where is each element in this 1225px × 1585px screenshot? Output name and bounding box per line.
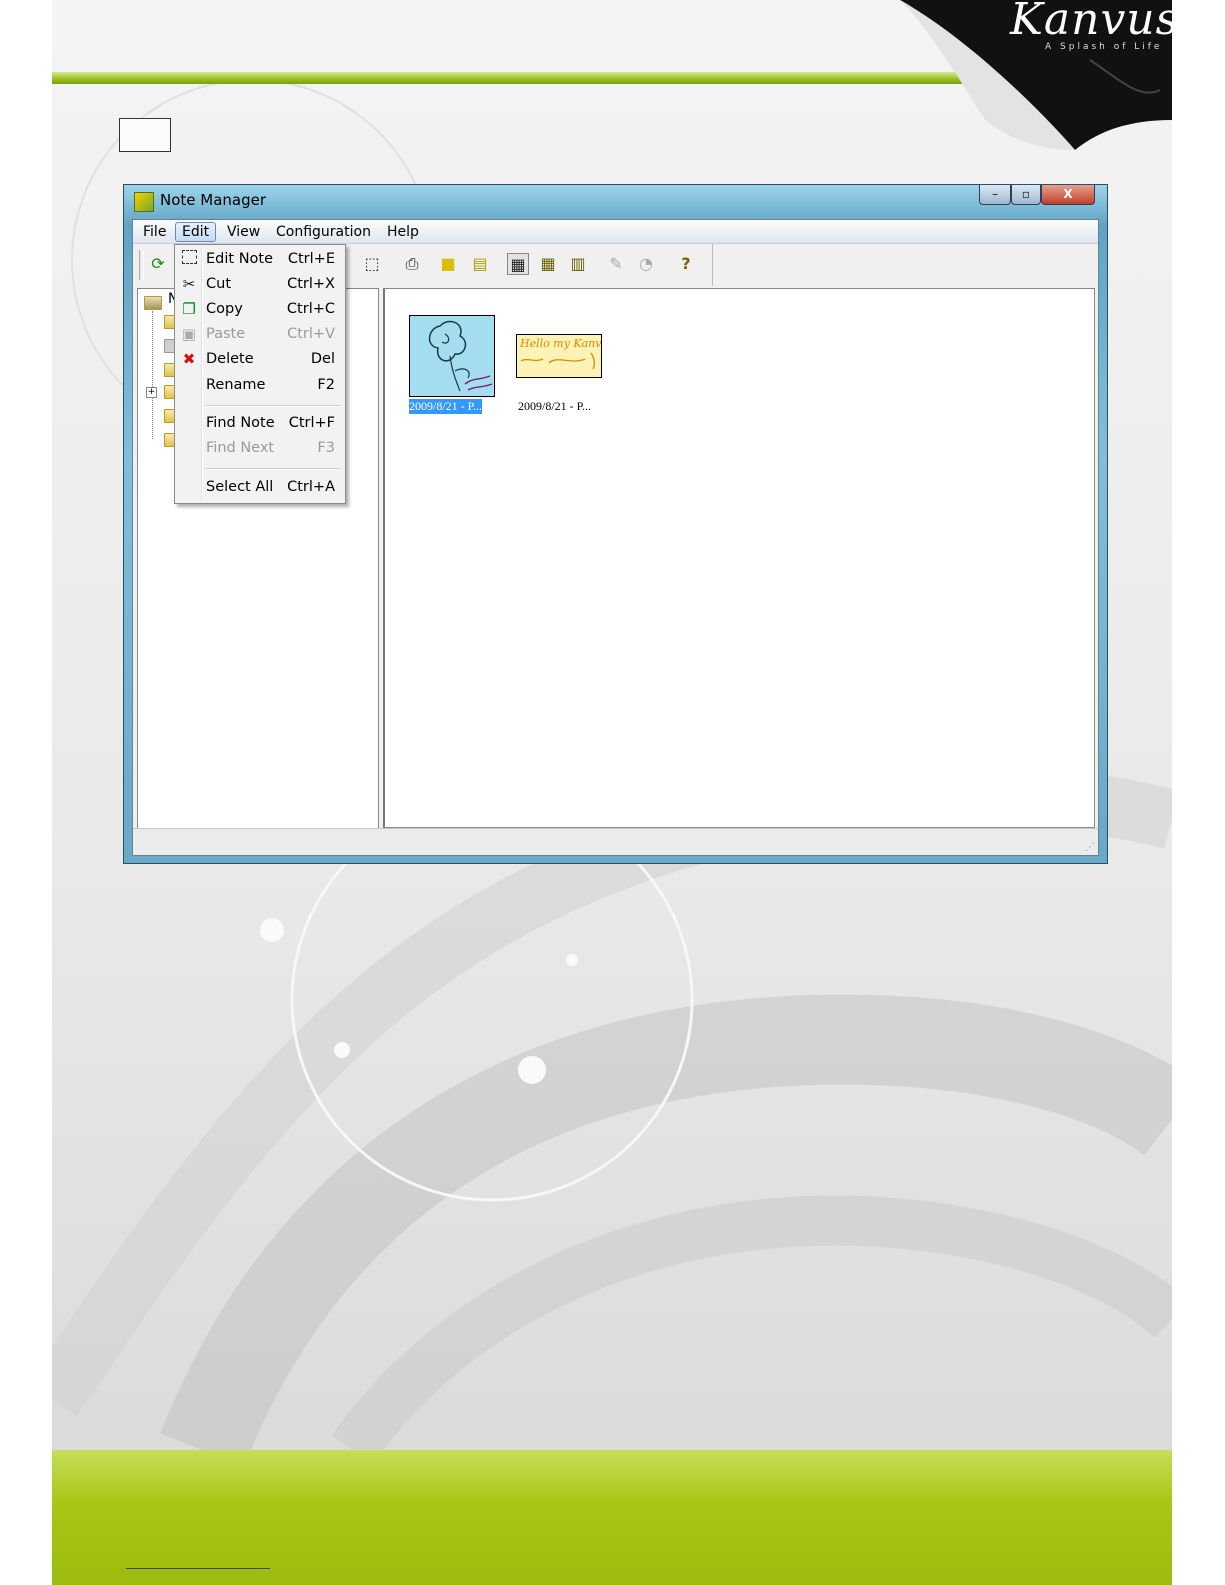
note-thumbnail[interactable] [409,315,495,397]
menu-item-delete[interactable]: ✖ Delete Del [177,347,343,371]
menu-bar: File Edit View Configuration Help [133,220,1098,244]
menu-item-label: Paste [206,326,246,342]
pen-icon[interactable]: ✎ [605,253,627,275]
minimize-button[interactable]: – [979,185,1011,205]
brand-logo: Kanvus [1010,0,1180,45]
paste-icon: ▣ [181,325,197,343]
menu-file[interactable]: File [137,222,172,242]
edit-menu-dropdown: Edit Note Ctrl+E ✂ Cut Ctrl+X ❐ Copy Ctr… [174,244,346,504]
menu-separator [205,405,341,407]
menu-item-find-note[interactable]: Find Note Ctrl+F [177,411,343,435]
window-title: Note Manager [160,191,267,209]
menu-item-label: Delete [206,351,254,367]
new-note-icon[interactable]: ■ [437,253,459,275]
menu-item-label: Copy [206,301,243,317]
small-icons-view-icon[interactable]: ▦ [537,253,559,275]
copy-icon: ❐ [182,300,196,318]
menu-item-label: Cut [206,276,231,292]
list-view-icon[interactable]: ▥ [567,253,589,275]
note-text: Hello my Kanvus [519,337,601,350]
app-icon[interactable] [134,192,154,212]
tree-connector [152,311,153,439]
menu-item-shortcut: F2 [317,377,335,393]
menu-item-select-all[interactable]: Select All Ctrl+A [177,475,343,499]
menu-separator [205,468,341,470]
menu-item-shortcut: Ctrl+C [286,301,335,317]
note-label[interactable]: 2009/8/21 - P... [518,399,591,414]
delete-icon: ✖ [182,350,196,368]
step-number-box [119,118,171,152]
scissors-icon: ✂ [182,275,196,293]
menu-item-shortcut: Ctrl+V [287,326,335,342]
menu-item-copy[interactable]: ❐ Copy Ctrl+C [177,297,343,321]
menu-item-cut[interactable]: ✂ Cut Ctrl+X [177,272,343,296]
expand-icon[interactable]: + [146,387,157,398]
edit-note-tool-icon[interactable]: ⬚ [361,253,383,275]
large-icons-view-icon[interactable]: ▦ [507,253,529,275]
menu-item-shortcut: Del [310,351,335,367]
menu-item-shortcut: Ctrl+E [287,251,335,267]
menu-item-rename[interactable]: Rename F2 [177,373,343,397]
toolbar-grip[interactable] [139,250,144,280]
resize-grip-icon[interactable]: ⋰ [1085,842,1095,853]
status-bar: ⋰ [133,828,1098,855]
note-thumbnail[interactable]: Hello my Kanvus [516,334,602,378]
menu-item-paste[interactable]: ▣ Paste Ctrl+V [177,322,343,346]
dashed-rect-icon [180,250,198,268]
close-button[interactable]: X [1041,185,1095,205]
notes-view-pane[interactable]: 2009/8/21 - P... Hello my Kanvus 2009/8/… [383,288,1095,828]
menu-item-label: Select All [206,479,274,495]
menu-item-label: Find Note [206,415,275,431]
menu-edit[interactable]: Edit [175,222,217,242]
menu-item-label: Rename [206,377,266,393]
maximize-button[interactable]: ▫ [1011,185,1041,205]
mouse-icon[interactable]: ◔ [635,253,657,275]
menu-item-shortcut: F3 [317,440,335,456]
handwriting-drawing: Hello my Kanvus [519,337,601,370]
root-notebook-icon [144,296,162,310]
refresh-icon[interactable]: ⟳ [147,253,169,275]
menu-item-label: Find Next [206,440,275,456]
menu-item-label: Edit Note [206,251,274,267]
menu-item-shortcut: Ctrl+X [287,276,335,292]
footer-green-band [52,1450,1172,1585]
notes-icon[interactable]: ▤ [469,253,491,275]
menu-item-shortcut: Ctrl+A [287,479,335,495]
footer-rule [126,1568,270,1569]
menu-item-find-next[interactable]: Find Next F3 [177,436,343,460]
menu-item-edit-note[interactable]: Edit Note Ctrl+E [177,247,343,271]
sketch-drawing [428,320,493,392]
menu-configuration[interactable]: Configuration [270,222,377,242]
note-label[interactable]: 2009/8/21 - P... [409,399,483,414]
title-bar[interactable]: Note Manager – ▫ X [124,185,1107,217]
menu-help[interactable]: Help [381,222,425,242]
brand-tagline: A Splash of Life [1045,42,1163,52]
print-icon[interactable]: ⎙ [401,253,423,275]
menu-item-shortcut: Ctrl+F [288,415,335,431]
help-icon[interactable]: ? [675,253,697,275]
menu-view[interactable]: View [221,222,266,242]
